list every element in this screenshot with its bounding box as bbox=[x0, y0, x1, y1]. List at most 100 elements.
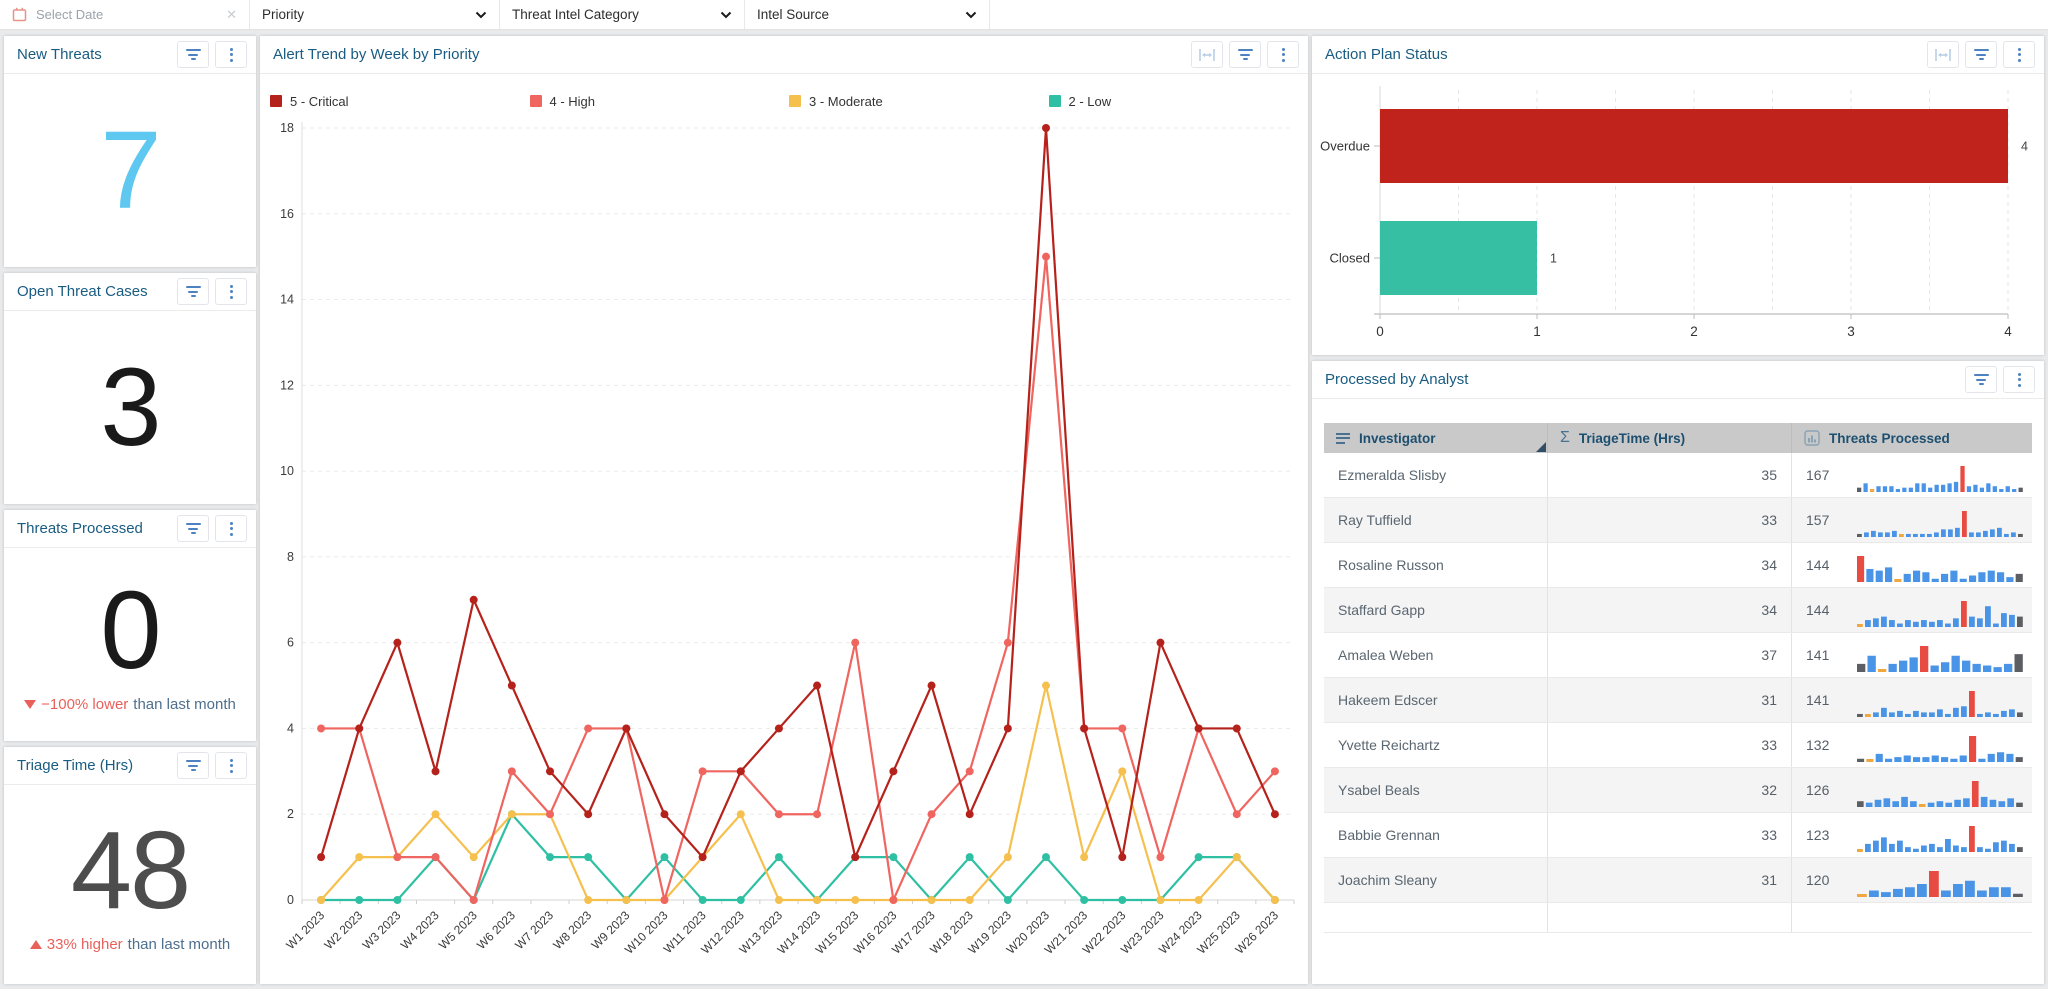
filter-button[interactable] bbox=[177, 41, 209, 68]
card-title: New Threats bbox=[17, 46, 102, 63]
kebab-icon bbox=[2018, 48, 2021, 62]
threats-processed-cell: 132 bbox=[1792, 723, 2032, 767]
table-row[interactable]: Ray Tuffield33 157 bbox=[1324, 498, 2032, 543]
table-row[interactable]: Babbie Grennan33123 bbox=[1324, 813, 2032, 858]
table-row[interactable]: Rosaline Russon34144 bbox=[1324, 543, 2032, 588]
table-body: Ezmeralda Slisby35167Ray Tuffield33157Ro… bbox=[1324, 453, 2032, 933]
table-row[interactable]: Ysabel Beals32126 bbox=[1324, 768, 2032, 813]
kpi-card-triage-time: Triage Time (Hrs) 48 33% higher than las… bbox=[4, 747, 256, 984]
column-header-investigator[interactable]: Investigator bbox=[1324, 423, 1548, 453]
filter-icon bbox=[1974, 374, 1989, 385]
clear-icon[interactable]: ✕ bbox=[226, 7, 237, 23]
kebab-icon bbox=[1282, 48, 1285, 62]
investigator-cell: Yvette Reichartz bbox=[1324, 723, 1548, 767]
menu-button[interactable] bbox=[1267, 41, 1299, 68]
svg-text:4: 4 bbox=[287, 721, 294, 735]
intel-source-dropdown[interactable]: Intel Source bbox=[745, 0, 990, 29]
threats-sparkline bbox=[1856, 598, 2024, 628]
processed-by-analyst-card: Processed by Analyst Investigator Σ Tria… bbox=[1312, 361, 2044, 984]
menu-button[interactable] bbox=[2003, 366, 2035, 393]
svg-text:4: 4 bbox=[2004, 324, 2012, 339]
delta-caption: than last month bbox=[128, 936, 231, 953]
chart-column-icon bbox=[1804, 430, 1820, 446]
threats-count: 144 bbox=[1806, 602, 1846, 618]
kpi-card-new-threats: New Threats 7 bbox=[4, 36, 256, 267]
dropdown-label: Intel Source bbox=[757, 7, 965, 22]
triage-time-cell: 34 bbox=[1548, 588, 1792, 632]
legend-item[interactable]: 3 - Moderate bbox=[789, 88, 1049, 114]
threats-processed-cell: 120 bbox=[1792, 858, 2032, 902]
investigator-cell: Amalea Weben bbox=[1324, 633, 1548, 677]
filter-button[interactable] bbox=[1965, 366, 1997, 393]
kebab-icon bbox=[2018, 373, 2021, 387]
column-label: Investigator bbox=[1359, 431, 1436, 446]
svg-text:W2 2023: W2 2023 bbox=[321, 908, 365, 952]
filter-button[interactable] bbox=[1229, 41, 1261, 68]
svg-text:1: 1 bbox=[1550, 252, 1557, 266]
delta-change: −100% lower bbox=[41, 696, 128, 713]
menu-button[interactable] bbox=[215, 752, 247, 779]
menu-button[interactable] bbox=[215, 41, 247, 68]
threats-sparkline bbox=[1856, 823, 2024, 853]
menu-button[interactable] bbox=[215, 515, 247, 542]
legend-item[interactable]: 2 - Low bbox=[1049, 88, 1309, 114]
fit-width-button[interactable] bbox=[1191, 41, 1223, 68]
card-title: Processed by Analyst bbox=[1325, 371, 1468, 388]
svg-text:W7 2023: W7 2023 bbox=[512, 908, 556, 952]
svg-text:W1 2023: W1 2023 bbox=[283, 908, 327, 952]
threats-count: 141 bbox=[1806, 692, 1846, 708]
filter-button[interactable] bbox=[1965, 41, 1997, 68]
svg-text:12: 12 bbox=[280, 378, 294, 392]
investigator-cell: Ysabel Beals bbox=[1324, 768, 1548, 812]
filter-button[interactable] bbox=[177, 752, 209, 779]
threats-sparkline bbox=[1856, 688, 2024, 718]
kebab-icon bbox=[230, 522, 233, 536]
card-title: Open Threat Cases bbox=[17, 283, 148, 300]
triage-time-cell: 34 bbox=[1548, 543, 1792, 587]
threats-count: 144 bbox=[1806, 557, 1846, 573]
filter-button[interactable] bbox=[177, 515, 209, 542]
svg-text:0: 0 bbox=[1376, 324, 1384, 339]
card-title: Alert Trend by Week by Priority bbox=[273, 46, 479, 63]
column-header-threats-processed[interactable]: Threats Processed bbox=[1792, 423, 2032, 453]
svg-text:W5 2023: W5 2023 bbox=[436, 908, 480, 952]
threats-count: 157 bbox=[1806, 512, 1846, 528]
threats-processed-cell: 126 bbox=[1792, 768, 2032, 812]
sum-icon: Σ bbox=[1560, 429, 1570, 447]
table-row[interactable]: Hakeem Edscer31141 bbox=[1324, 678, 2032, 723]
alert-trend-line-chart[interactable]: 024681012141618W1 2023W2 2023W3 2023W4 2… bbox=[260, 114, 1308, 982]
table-row[interactable]: Amalea Weben37141 bbox=[1324, 633, 2032, 678]
menu-button[interactable] bbox=[2003, 41, 2035, 68]
menu-button[interactable] bbox=[215, 278, 247, 305]
column-header-triage-time[interactable]: Σ TriageTime (Hrs) bbox=[1548, 423, 1792, 453]
priority-dropdown[interactable]: Priority bbox=[250, 0, 500, 29]
kpi-delta: −100% lower than last month bbox=[24, 696, 236, 713]
filter-button[interactable] bbox=[177, 278, 209, 305]
triage-time-cell: 33 bbox=[1548, 498, 1792, 542]
svg-text:Closed: Closed bbox=[1330, 251, 1370, 266]
table-row[interactable]: Yvette Reichartz33132 bbox=[1324, 723, 2032, 768]
triage-time-cell: 31 bbox=[1548, 858, 1792, 902]
up-triangle-icon bbox=[30, 940, 42, 949]
table-row[interactable]: Ezmeralda Slisby35167 bbox=[1324, 453, 2032, 498]
table-row[interactable]: Joachim Sleany31120 bbox=[1324, 858, 2032, 903]
fit-width-button[interactable] bbox=[1927, 41, 1959, 68]
investigator-cell: Ezmeralda Slisby bbox=[1324, 453, 1548, 497]
svg-text:0: 0 bbox=[287, 893, 294, 907]
svg-text:3: 3 bbox=[1847, 324, 1855, 339]
threat-intel-category-dropdown[interactable]: Threat Intel Category bbox=[500, 0, 745, 29]
legend-item[interactable]: 4 - High bbox=[530, 88, 790, 114]
threats-processed-cell: 144 bbox=[1792, 588, 2032, 632]
table-row[interactable]: Staffard Gapp34144 bbox=[1324, 588, 2032, 633]
legend-swatch-icon bbox=[1049, 95, 1061, 107]
kpi-value: 3 bbox=[100, 353, 159, 463]
date-input[interactable]: Select Date bbox=[36, 7, 226, 22]
fit-width-icon bbox=[1934, 48, 1952, 62]
legend-item[interactable]: 5 - Critical bbox=[270, 88, 530, 114]
action-plan-bar-chart[interactable]: Overdue4Closed101234 bbox=[1312, 74, 2044, 354]
date-filter[interactable]: Select Date ✕ bbox=[0, 0, 250, 29]
threats-processed-cell: 141 bbox=[1792, 678, 2032, 722]
legend-label: 2 - Low bbox=[1069, 94, 1112, 109]
investigator-cell: Ray Tuffield bbox=[1324, 498, 1548, 542]
threats-processed-cell: 157 bbox=[1792, 498, 2032, 542]
